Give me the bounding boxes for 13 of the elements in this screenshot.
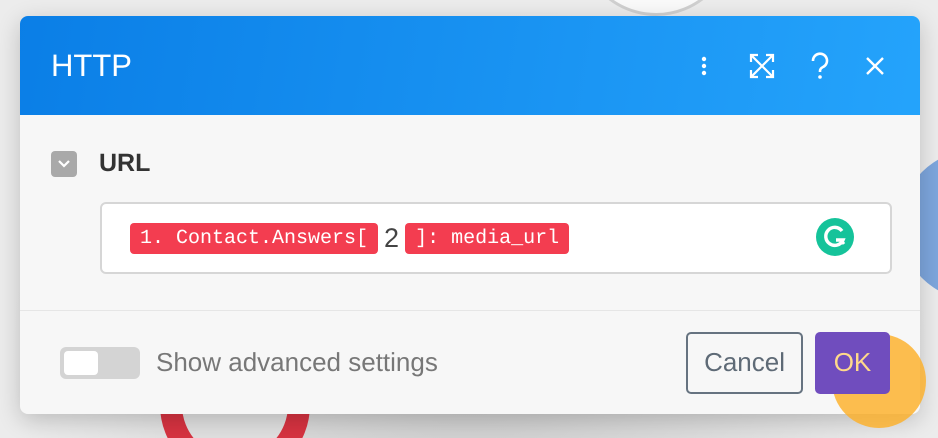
field-label: URL	[99, 149, 150, 178]
url-field[interactable]: 1. Contact.Answers[ 2 ]: media_url	[100, 202, 892, 274]
close-icon[interactable]	[864, 54, 886, 76]
variable-tag: 1. Contact.Answers[	[130, 222, 378, 254]
variable-tag: ]: media_url	[405, 222, 570, 254]
toggle-label: Show advanced settings	[156, 347, 438, 378]
field-text: 2	[384, 222, 400, 254]
toggle-switch[interactable]	[60, 346, 140, 378]
ok-button[interactable]: OK	[815, 332, 890, 394]
expand-icon[interactable]	[748, 52, 776, 80]
window-title: HTTP	[51, 48, 133, 84]
chevron-icon[interactable]	[51, 150, 77, 176]
cancel-button[interactable]: Cancel	[686, 332, 803, 394]
